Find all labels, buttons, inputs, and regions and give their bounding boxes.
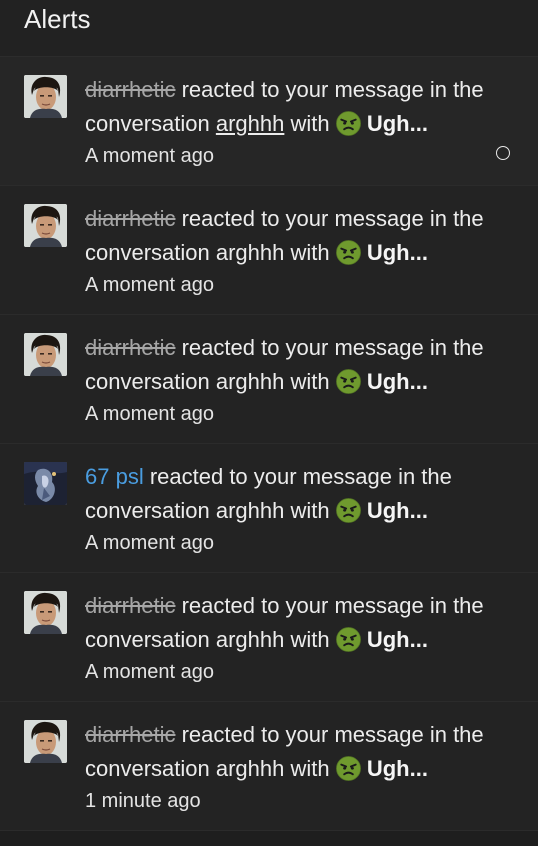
sick-face-emoji-icon	[336, 240, 361, 265]
conversation-link[interactable]: arghhh	[216, 498, 285, 523]
user-avatar[interactable]	[24, 720, 67, 763]
alert-with-text: with	[284, 369, 336, 394]
alert-item[interactable]: diarrhetic reacted to your message in th…	[0, 57, 538, 186]
conversation-link[interactable]: arghhh	[216, 756, 285, 781]
mark-read-toggle-circle-icon[interactable]	[496, 146, 510, 160]
alert-item[interactable]: diarrhetic reacted to your message in th…	[0, 186, 538, 315]
reaction-name: Ugh...	[366, 111, 428, 136]
user-avatar[interactable]	[24, 462, 67, 505]
alert-with-text: with	[284, 627, 336, 652]
alert-timestamp: A moment ago	[85, 145, 214, 167]
reaction-name: Ugh...	[366, 369, 428, 394]
alert-text: diarrhetic reacted to your message in th…	[85, 202, 498, 270]
sick-face-emoji-icon	[336, 756, 361, 781]
alert-text: diarrhetic reacted to your message in th…	[85, 589, 498, 657]
alert-username[interactable]: diarrhetic	[85, 77, 175, 102]
sick-face-emoji-icon	[336, 369, 361, 394]
alert-username[interactable]: diarrhetic	[85, 206, 175, 231]
alert-timestamp: 1 minute ago	[85, 790, 201, 812]
alert-body: 67 psl reacted to your message in the co…	[85, 460, 498, 572]
reaction-name: Ugh...	[366, 498, 428, 523]
alert-text: diarrhetic reacted to your message in th…	[85, 73, 498, 141]
alerts-header: Alerts	[0, 0, 538, 57]
conversation-link[interactable]: arghhh	[216, 111, 285, 136]
sick-face-emoji-icon	[336, 111, 361, 136]
alert-item[interactable]: diarrhetic reacted to your message in th…	[0, 702, 538, 831]
sick-face-emoji-icon	[336, 627, 361, 652]
alert-body: diarrhetic reacted to your message in th…	[85, 331, 498, 443]
alert-username[interactable]: diarrhetic	[85, 722, 175, 747]
alert-username[interactable]: 67 psl	[85, 464, 144, 489]
alert-timestamp: A moment ago	[85, 532, 214, 554]
alert-timestamp: A moment ago	[85, 661, 214, 683]
alert-body: diarrhetic reacted to your message in th…	[85, 589, 498, 701]
conversation-link[interactable]: arghhh	[216, 627, 285, 652]
reaction-name: Ugh...	[366, 240, 428, 265]
alert-timestamp: A moment ago	[85, 403, 214, 425]
alert-text: 67 psl reacted to your message in the co…	[85, 460, 498, 528]
alert-item[interactable]: 67 psl reacted to your message in the co…	[0, 444, 538, 573]
alert-with-text: with	[284, 756, 336, 781]
alert-timestamp: A moment ago	[85, 274, 214, 296]
alert-username[interactable]: diarrhetic	[85, 593, 175, 618]
alert-body: diarrhetic reacted to your message in th…	[85, 73, 498, 185]
sick-face-emoji-icon	[336, 498, 361, 523]
user-avatar[interactable]	[24, 333, 67, 376]
alert-body: diarrhetic reacted to your message in th…	[85, 202, 498, 314]
conversation-link[interactable]: arghhh	[216, 369, 285, 394]
user-avatar[interactable]	[24, 591, 67, 634]
conversation-link[interactable]: arghhh	[216, 240, 285, 265]
user-avatar[interactable]	[24, 204, 67, 247]
reaction-name: Ugh...	[366, 627, 428, 652]
alert-with-text: with	[284, 498, 336, 523]
alert-item[interactable]: diarrhetic reacted to your message in th…	[0, 573, 538, 702]
alert-body: diarrhetic reacted to your message in th…	[85, 718, 498, 830]
alert-item[interactable]: diarrhetic reacted to your message in th…	[0, 315, 538, 444]
alert-username[interactable]: diarrhetic	[85, 335, 175, 360]
page-title: Alerts	[24, 4, 91, 34]
alert-text: diarrhetic reacted to your message in th…	[85, 331, 498, 399]
user-avatar[interactable]	[24, 75, 67, 118]
alert-text: diarrhetic reacted to your message in th…	[85, 718, 498, 786]
alert-with-text: with	[284, 111, 336, 136]
reaction-name: Ugh...	[366, 756, 428, 781]
alert-with-text: with	[284, 240, 336, 265]
